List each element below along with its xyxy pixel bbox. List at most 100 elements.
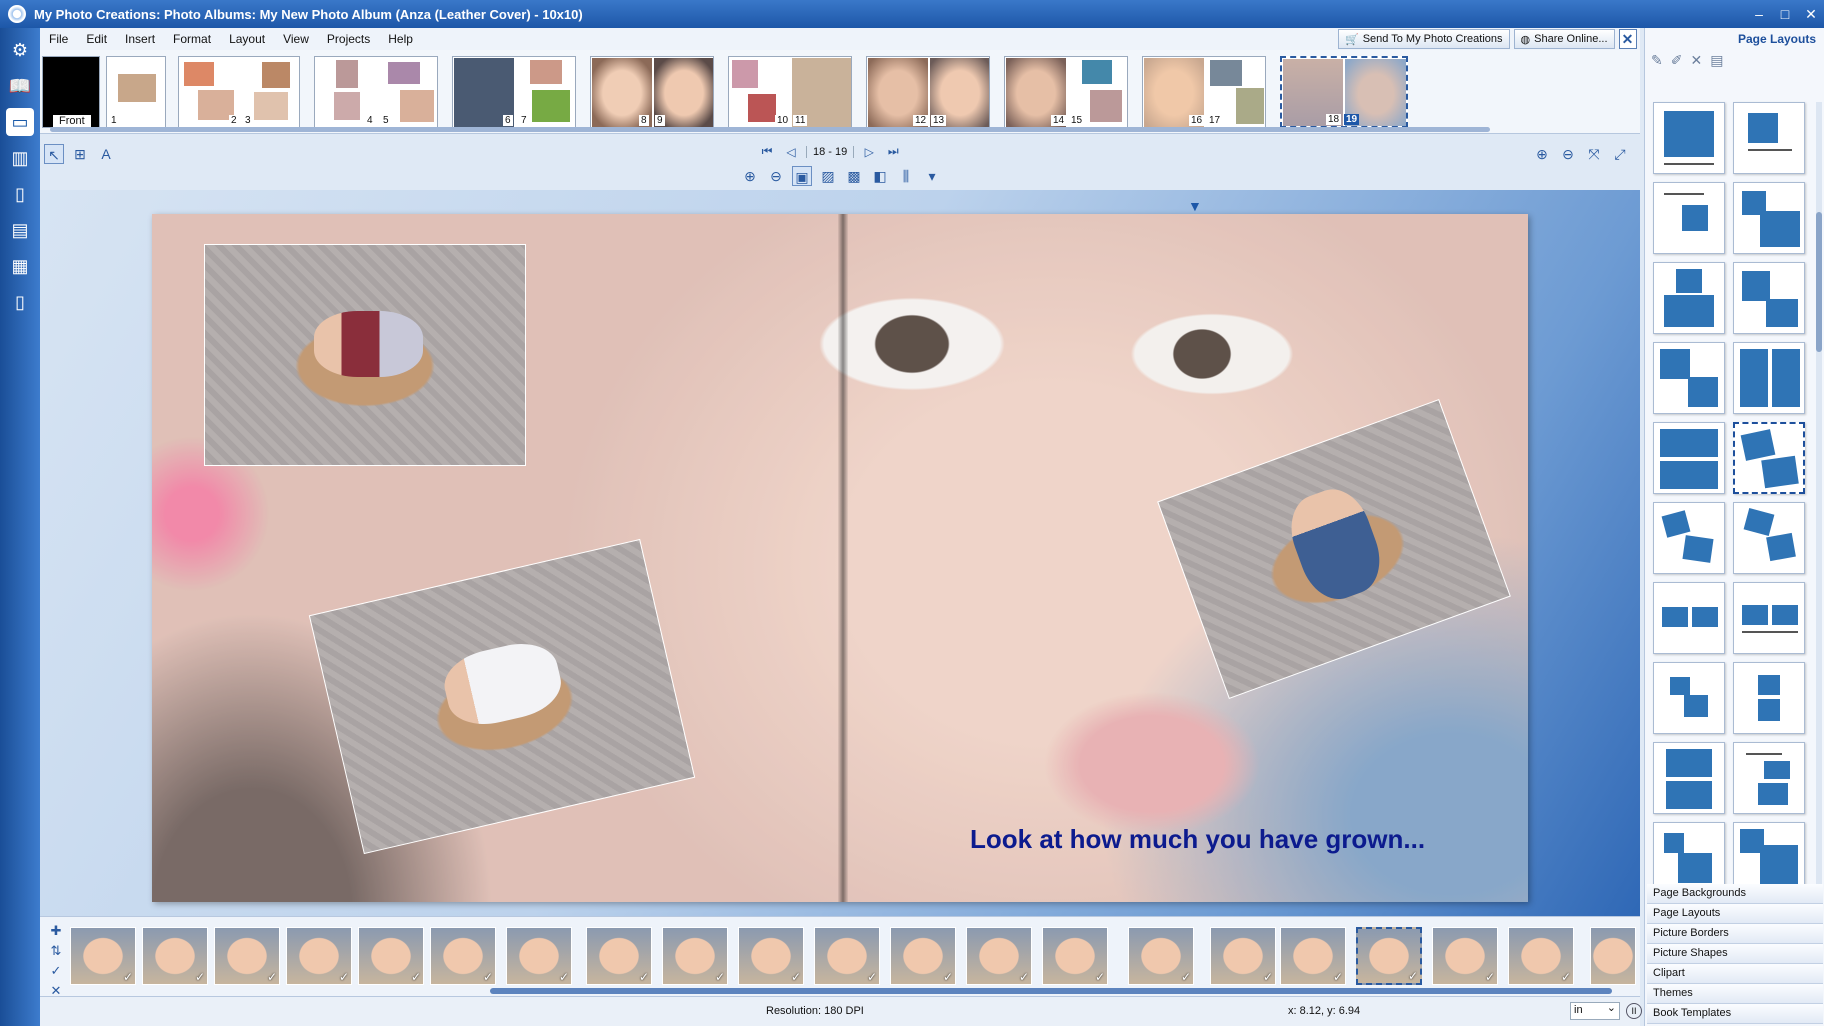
layout-tile[interactable] (1653, 662, 1725, 734)
phone-icon[interactable]: ▯ (6, 180, 34, 208)
film-photo[interactable]: ✓ (70, 927, 136, 985)
layout-tile[interactable] (1733, 742, 1805, 814)
layout-tile[interactable] (1733, 662, 1805, 734)
close-window-icon[interactable]: ✕ (1798, 4, 1824, 24)
prev-page-icon[interactable]: ◁ (782, 145, 800, 159)
layout-tile[interactable] (1653, 102, 1725, 174)
page-strip-scrollbar[interactable] (50, 127, 1490, 132)
view-image-icon[interactable]: ▩ (844, 166, 864, 186)
layout-tile[interactable] (1653, 582, 1725, 654)
unit-select[interactable]: in (1570, 1001, 1620, 1020)
menu-projects[interactable]: Projects (318, 28, 379, 50)
page-thumb[interactable]: 14 15 (1004, 56, 1128, 128)
film-photo[interactable]: ✓ (586, 927, 652, 985)
layout-tile[interactable] (1653, 742, 1725, 814)
frame-icon[interactable]: ▤ (6, 216, 34, 244)
tab-clipart[interactable]: Clipart (1647, 964, 1823, 984)
tab-themes[interactable]: Themes (1647, 984, 1823, 1004)
close-icon[interactable]: ✕ (1618, 29, 1637, 49)
gradient-icon[interactable]: ◧ (870, 166, 890, 186)
pen-icon[interactable]: ✐ (1671, 52, 1683, 69)
film-photo[interactable]: ✓ (662, 927, 728, 985)
film-photo[interactable]: ✓ (966, 927, 1032, 985)
film-photo[interactable]: ✓ (430, 927, 496, 985)
fullscreen-icon[interactable]: ⤢ (1610, 144, 1630, 164)
layout-tile[interactable] (1653, 502, 1725, 574)
zoom-out-icon[interactable]: ⊖ (1558, 144, 1578, 164)
spread-caption[interactable]: Look at how much you have grown... (970, 824, 1425, 855)
filmstrip-scrollbar[interactable] (490, 988, 1612, 994)
move-icon[interactable]: ⇅ (46, 943, 66, 959)
film-photo[interactable]: ✓ (214, 927, 280, 985)
layout-tile[interactable] (1733, 262, 1805, 334)
eraser-icon[interactable]: ✎ (1651, 52, 1663, 69)
menu-help[interactable]: Help (379, 28, 422, 50)
pause-icon[interactable]: II (1626, 1003, 1642, 1019)
page-thumb[interactable]: 4 5 (314, 56, 438, 128)
menu-edit[interactable]: Edit (77, 28, 116, 50)
film-photo[interactable]: ✓ (1508, 927, 1574, 985)
film-photo[interactable]: ✓ (890, 927, 956, 985)
page-thumb[interactable]: 8 9 (590, 56, 714, 128)
tab-page-layouts[interactable]: Page Layouts (1647, 904, 1823, 924)
add-text-icon[interactable]: A (96, 144, 116, 164)
send-to-button[interactable]: 🛒 Send To My Photo Creations (1338, 29, 1510, 49)
layout-scrollbar[interactable] (1816, 102, 1822, 902)
film-photo[interactable]: ✓ (142, 927, 208, 985)
film-photo[interactable]: ✓ (1432, 927, 1498, 985)
layout-tile[interactable] (1733, 342, 1805, 414)
first-page-icon[interactable]: ⏮ (758, 144, 776, 159)
album-editor-icon[interactable]: ▭ (6, 108, 34, 136)
film-photo[interactable]: ✓ (738, 927, 804, 985)
page-thumb[interactable]: 6 7 (452, 56, 576, 128)
print-icon[interactable]: ▦ (6, 252, 34, 280)
menu-insert[interactable]: Insert (116, 28, 164, 50)
film-photo[interactable]: ✓ (358, 927, 424, 985)
chevron-down-icon[interactable]: ▾ (922, 166, 942, 186)
layout-tile[interactable] (1653, 422, 1725, 494)
layout-tile[interactable] (1733, 102, 1805, 174)
adjust-icon[interactable]: ⫼ (896, 166, 916, 186)
fit-icon[interactable]: ⤧ (1584, 144, 1604, 164)
tab-page-backgrounds[interactable]: Page Backgrounds (1647, 884, 1823, 904)
film-photo[interactable]: ✓ (1042, 927, 1108, 985)
film-photo[interactable]: ✓ (814, 927, 880, 985)
pointer-icon[interactable]: ↖ (44, 144, 64, 164)
layout-tile[interactable] (1653, 262, 1725, 334)
tab-book-templates[interactable]: Book Templates (1647, 1004, 1823, 1024)
page-thumb-selected[interactable]: 18 19 (1280, 56, 1408, 128)
layout-tile[interactable] (1653, 342, 1725, 414)
minimize-icon[interactable]: – (1746, 4, 1772, 24)
layout-tile[interactable] (1733, 582, 1805, 654)
page-thumb-front[interactable]: Front (42, 56, 100, 128)
menu-file[interactable]: File (40, 28, 77, 50)
layout-tile[interactable] (1653, 182, 1725, 254)
page-thumb[interactable]: 2 3 (178, 56, 300, 128)
page-thumb[interactable]: 10 11 (728, 56, 852, 128)
page-thumb[interactable]: 12 13 (866, 56, 990, 128)
page-thumb[interactable]: 16 17 (1142, 56, 1266, 128)
add-icon[interactable]: ✚ (46, 923, 66, 939)
menu-layout[interactable]: Layout (220, 28, 274, 50)
page-icon[interactable]: ▯ (6, 288, 34, 316)
zoom-in-icon[interactable]: ⊕ (1532, 144, 1552, 164)
page-thumb[interactable]: 1 (106, 56, 166, 128)
view-spread-icon[interactable]: ▣ (792, 166, 812, 186)
placed-photo[interactable] (204, 244, 526, 466)
zoom-in-icon[interactable]: ⊕ (740, 166, 760, 186)
layout-tile-selected[interactable] (1733, 422, 1805, 494)
view-photo-icon[interactable]: ▨ (818, 166, 838, 186)
film-photo[interactable]: ✓ (506, 927, 572, 985)
add-photo-icon[interactable]: ⊞ (70, 144, 90, 164)
tab-picture-shapes[interactable]: Picture Shapes (1647, 944, 1823, 964)
film-photo[interactable] (1590, 927, 1636, 985)
gear-icon[interactable]: ⚙ (6, 36, 34, 64)
delete-icon[interactable]: ✕ (1690, 52, 1702, 69)
film-photo-selected[interactable]: ✓ (1356, 927, 1422, 985)
save-icon[interactable]: ▤ (1710, 52, 1723, 69)
share-online-button[interactable]: ◍ Share Online... (1513, 29, 1615, 49)
layout-tile[interactable] (1733, 182, 1805, 254)
film-photo[interactable]: ✓ (1210, 927, 1276, 985)
film-photo[interactable]: ✓ (1280, 927, 1346, 985)
film-photo[interactable]: ✓ (286, 927, 352, 985)
